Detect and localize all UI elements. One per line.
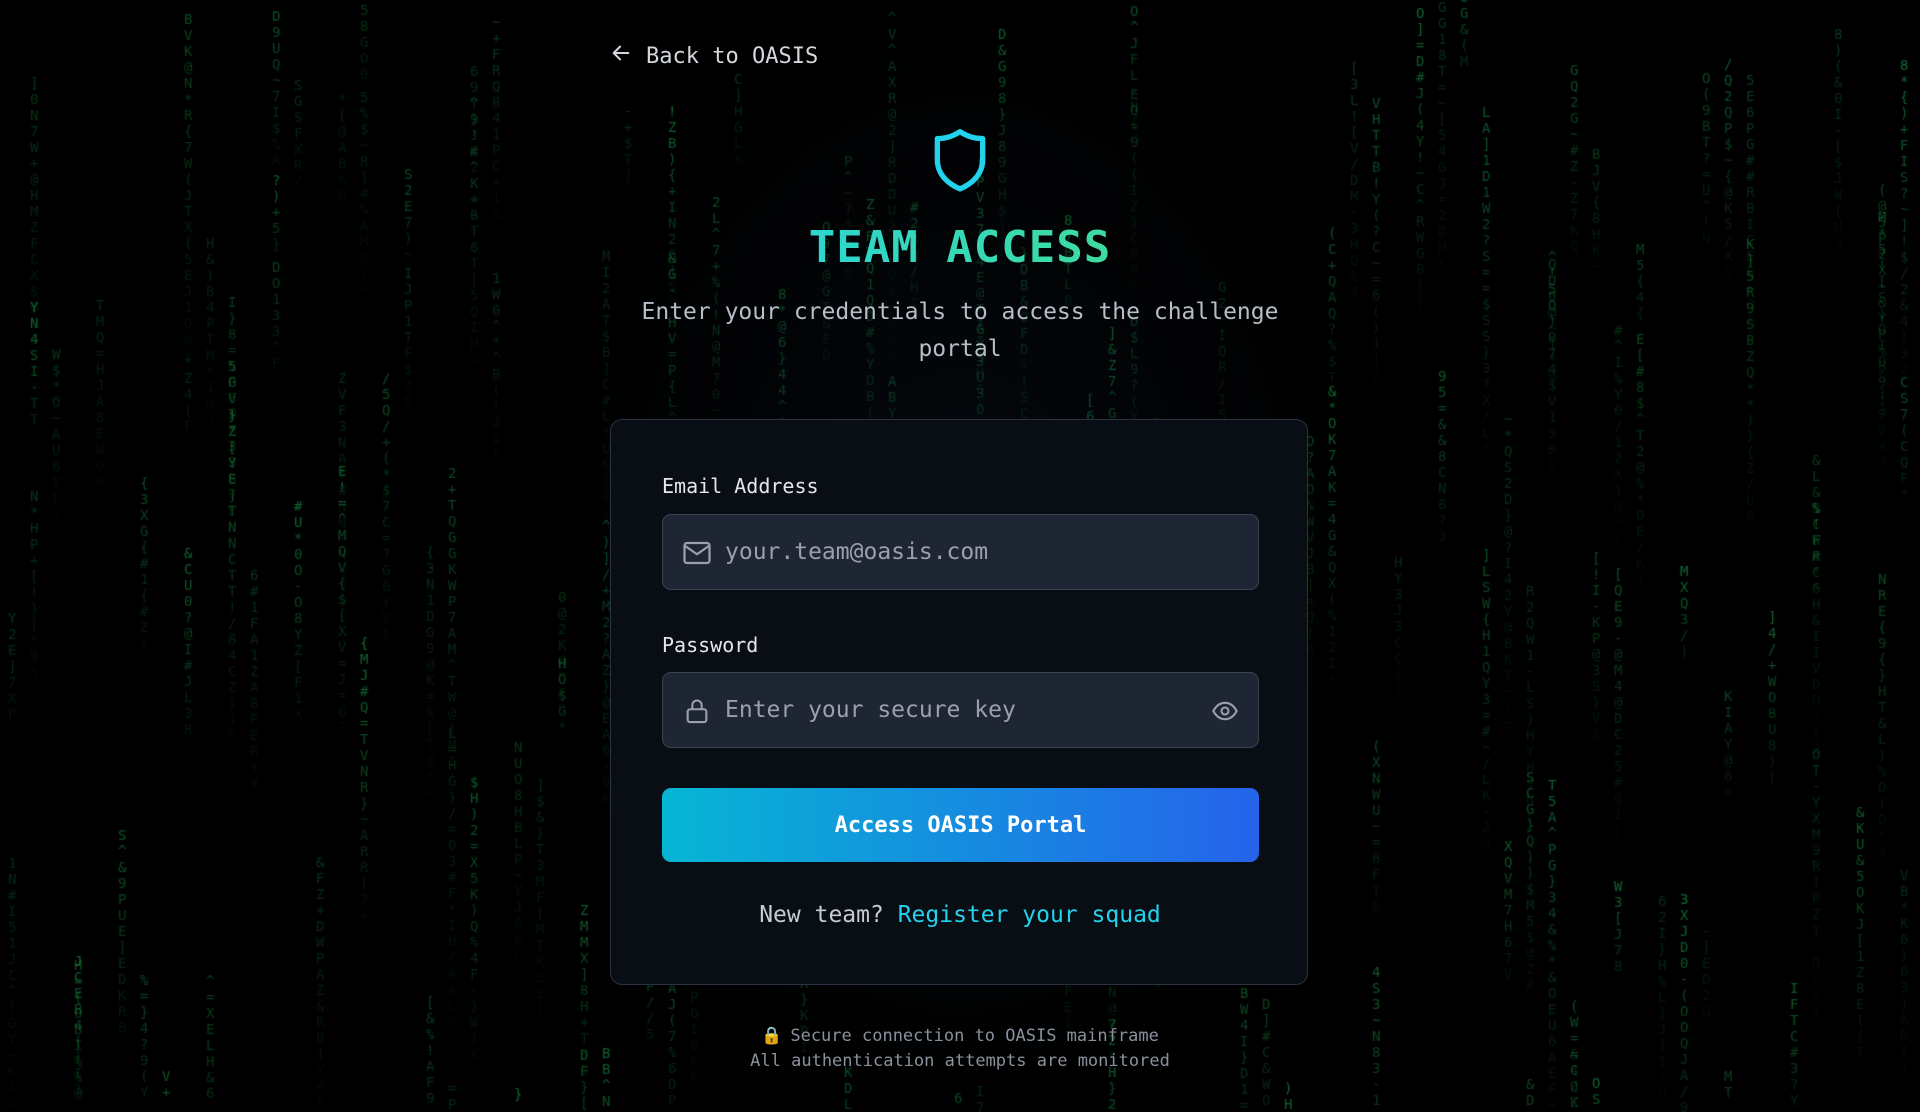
- security-footer: 🔒 Secure connection to OASIS mainframe Al…: [610, 1024, 1310, 1074]
- mail-icon: [683, 541, 711, 565]
- email-input[interactable]: [725, 515, 1185, 589]
- shield-icon: [934, 129, 986, 192]
- eye-icon[interactable]: [1210, 697, 1240, 725]
- arrow-left-icon: [610, 42, 632, 70]
- password-input[interactable]: [725, 673, 1185, 747]
- email-field-container: [662, 514, 1259, 590]
- signup-prompt: New team?: [759, 902, 884, 928]
- password-field-container: [662, 672, 1259, 748]
- password-label: Password: [662, 633, 759, 657]
- back-link-label: Back to OASIS: [646, 43, 819, 69]
- footer-secure-text: Secure connection to OASIS mainframe: [790, 1026, 1159, 1046]
- register-squad-link[interactable]: Register your squad: [898, 902, 1161, 928]
- padlock-icon: 🔒: [761, 1026, 783, 1046]
- access-portal-button[interactable]: Access OASIS Portal: [662, 788, 1259, 862]
- page-title: TEAM ACCESS: [610, 222, 1310, 273]
- email-label: Email Address: [662, 474, 819, 498]
- lock-icon: [686, 699, 708, 724]
- signup-row: New team? Register your squad: [611, 902, 1309, 928]
- back-to-oasis-link[interactable]: Back to OASIS: [610, 42, 818, 70]
- login-page: Back to OASIS TEAM ACCESS Enter your cre…: [610, 0, 1310, 1112]
- page-subtitle: Enter your credentials to access the cha…: [641, 299, 1279, 362]
- footer-line-2: All authentication attempts are monitore…: [750, 1051, 1170, 1071]
- login-card: Email Address Password Access OASIS Port…: [610, 419, 1308, 985]
- footer-line-1: 🔒 Secure connection to OASIS mainframe: [610, 1024, 1310, 1049]
